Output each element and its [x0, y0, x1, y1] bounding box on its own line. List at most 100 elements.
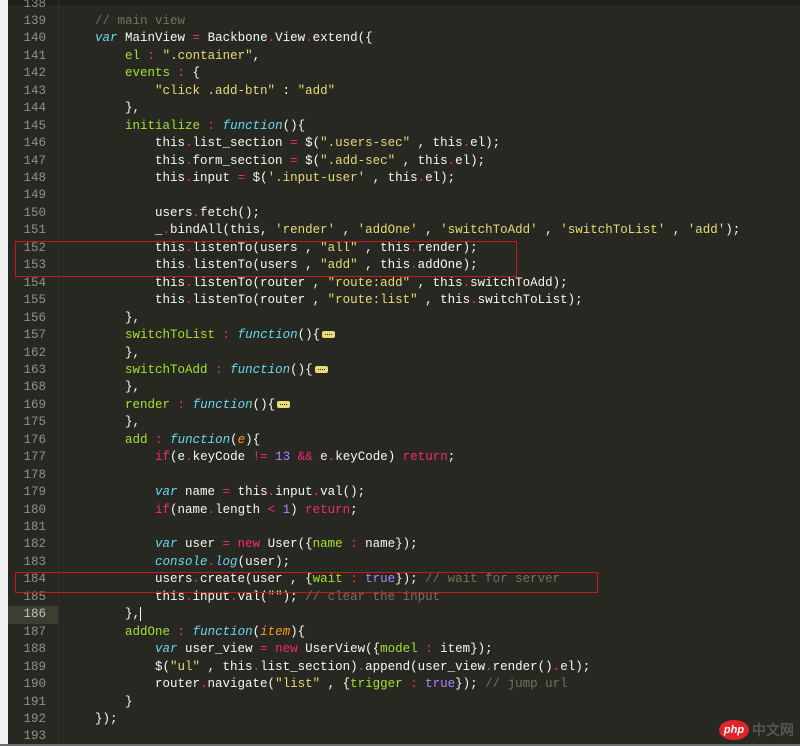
line-number: 188 [23, 642, 46, 657]
code-token: (user); [237, 554, 291, 569]
code-line[interactable]: 138 [8, 0, 800, 13]
code-editor[interactable]: 138 139 // main view 140 var MainView = Ba… [8, 0, 800, 744]
line-number: 192 [23, 711, 46, 726]
line-number: 142 [23, 66, 46, 81]
code-line[interactable]: 178 [8, 467, 800, 484]
code-line[interactable]: 141 el : ".container", [8, 48, 800, 65]
code-line[interactable]: 154 this.listenTo(router , "route:add" ,… [8, 275, 800, 292]
code-line[interactable]: 157 switchToList : function(){ [8, 327, 800, 344]
code-token: form_section [192, 153, 291, 168]
code-token: user_view [177, 642, 261, 657]
code-token: ( [252, 624, 261, 639]
code-token: (e [170, 450, 186, 465]
code-line[interactable]: 189 $("ul" , this.list_section).append(u… [8, 659, 800, 676]
code-line[interactable]: 187 addOne : function(item){ [8, 624, 800, 641]
code-token: , this [200, 659, 253, 674]
code-line[interactable]: 151 _.bindAll(this, 'render' , 'addOne' … [8, 222, 800, 239]
code-line[interactable]: 142 events : { [8, 65, 800, 82]
code-token: fetch(); [200, 205, 261, 220]
code-line[interactable]: 183 console.log(user); [8, 554, 800, 571]
folded-code-icon[interactable] [277, 401, 291, 409]
line-number: 187 [23, 624, 46, 639]
code-token: "add" [297, 83, 336, 98]
code-line[interactable]: 145 initialize : function(){ [8, 118, 800, 135]
code-line[interactable]: 150 users.fetch(); [8, 205, 800, 222]
folded-code-icon[interactable] [322, 331, 336, 339]
code-token: , [335, 223, 358, 238]
code-line[interactable]: 146 this.list_section = $(".users-sec" ,… [8, 135, 800, 152]
line-number: 155 [23, 293, 46, 308]
code-line[interactable]: 186 }, [8, 606, 800, 624]
code-text: render : function(){ [65, 397, 291, 414]
code-line[interactable]: 140 var MainView = Backbone.View.extend(… [8, 30, 800, 47]
code-line[interactable]: 179 var name = this.input.val(); [8, 484, 800, 501]
code-token: MainView [117, 31, 193, 46]
line-number: 138 [23, 0, 46, 11]
code-line[interactable]: 175 }, [8, 414, 800, 431]
code-token: router [65, 677, 201, 692]
code-line[interactable]: 143 "click .add-btn" : "add" [8, 83, 800, 100]
code-line[interactable]: 162 }, [8, 345, 800, 362]
code-text: users.fetch(); [65, 205, 260, 222]
code-token: $( [245, 171, 268, 185]
code-token: : [170, 397, 186, 412]
code-token: , this [417, 293, 471, 308]
code-line[interactable]: 144 }, [8, 100, 800, 117]
code-token: . [312, 485, 321, 500]
code-line[interactable]: 181 [8, 519, 800, 536]
code-token: "route:add" [327, 275, 411, 290]
code-token: navigate( [207, 677, 276, 692]
code-line[interactable]: 163 switchToAdd : function(){ [8, 362, 800, 379]
code-text: this.list_section = $(".users-sec" , thi… [65, 135, 500, 152]
code-line[interactable]: 139 // main view [8, 13, 800, 30]
line-number: 190 [23, 677, 46, 692]
code-token: , [252, 48, 261, 63]
code-token: switchToAdd [125, 362, 208, 377]
line-number: 144 [23, 101, 46, 116]
code-line[interactable]: 169 render : function(){ [8, 397, 800, 414]
code-token: el); [455, 153, 486, 168]
code-line[interactable]: 149 [8, 187, 800, 204]
code-line[interactable]: 192 }); [8, 711, 800, 728]
code-line[interactable]: 168 }, [8, 379, 800, 396]
code-text: }, [65, 100, 140, 117]
code-line[interactable]: 176 add : function(e){ [8, 432, 800, 449]
code-token: . [162, 223, 171, 238]
highlight-box-create-line [15, 572, 598, 593]
code-line[interactable]: 147 this.form_section = $(".add-sec" , t… [8, 153, 800, 170]
code-line[interactable]: 155 this.listenTo(router , "route:list" … [8, 292, 800, 309]
code-token: render() [492, 659, 553, 674]
code-line[interactable]: 188 var user_view = new UserView({model … [8, 641, 800, 658]
line-number: 147 [23, 153, 46, 168]
code-token: // main view [95, 13, 186, 28]
php-logo: php [719, 720, 749, 740]
code-token: = [237, 171, 246, 185]
code-line[interactable]: 180 if(name.length < 1) return; [8, 502, 800, 519]
line-number: 175 [23, 415, 46, 430]
code-token: this [230, 485, 268, 500]
code-line[interactable]: 156 }, [8, 310, 800, 327]
line-number: 140 [23, 31, 46, 46]
code-line[interactable]: 177 if(e.keyCode != 13 && e.keyCode) ret… [8, 449, 800, 466]
code-token: log [215, 554, 238, 569]
code-token: "click .add-btn" [155, 83, 276, 98]
code-token: // jump url [485, 677, 568, 692]
code-token: Backbone [200, 31, 268, 46]
line-number: 181 [23, 520, 46, 534]
code-line[interactable]: 190 router.navigate("list" , {trigger : … [8, 676, 800, 693]
code-token: (){ [282, 118, 306, 133]
code-token: UserView({ [297, 642, 381, 657]
folded-code-icon[interactable] [314, 366, 328, 374]
code-line[interactable]: 148 this.input = $('.input-user' , this.… [8, 170, 800, 187]
code-token: this [65, 293, 186, 308]
code-line[interactable]: 193 [8, 728, 800, 744]
code-line[interactable]: 182 var user = new User({name : name}); [8, 536, 800, 553]
code-token: name [177, 485, 223, 500]
code-line[interactable]: 191 } [8, 694, 800, 711]
code-token: : [170, 624, 186, 639]
